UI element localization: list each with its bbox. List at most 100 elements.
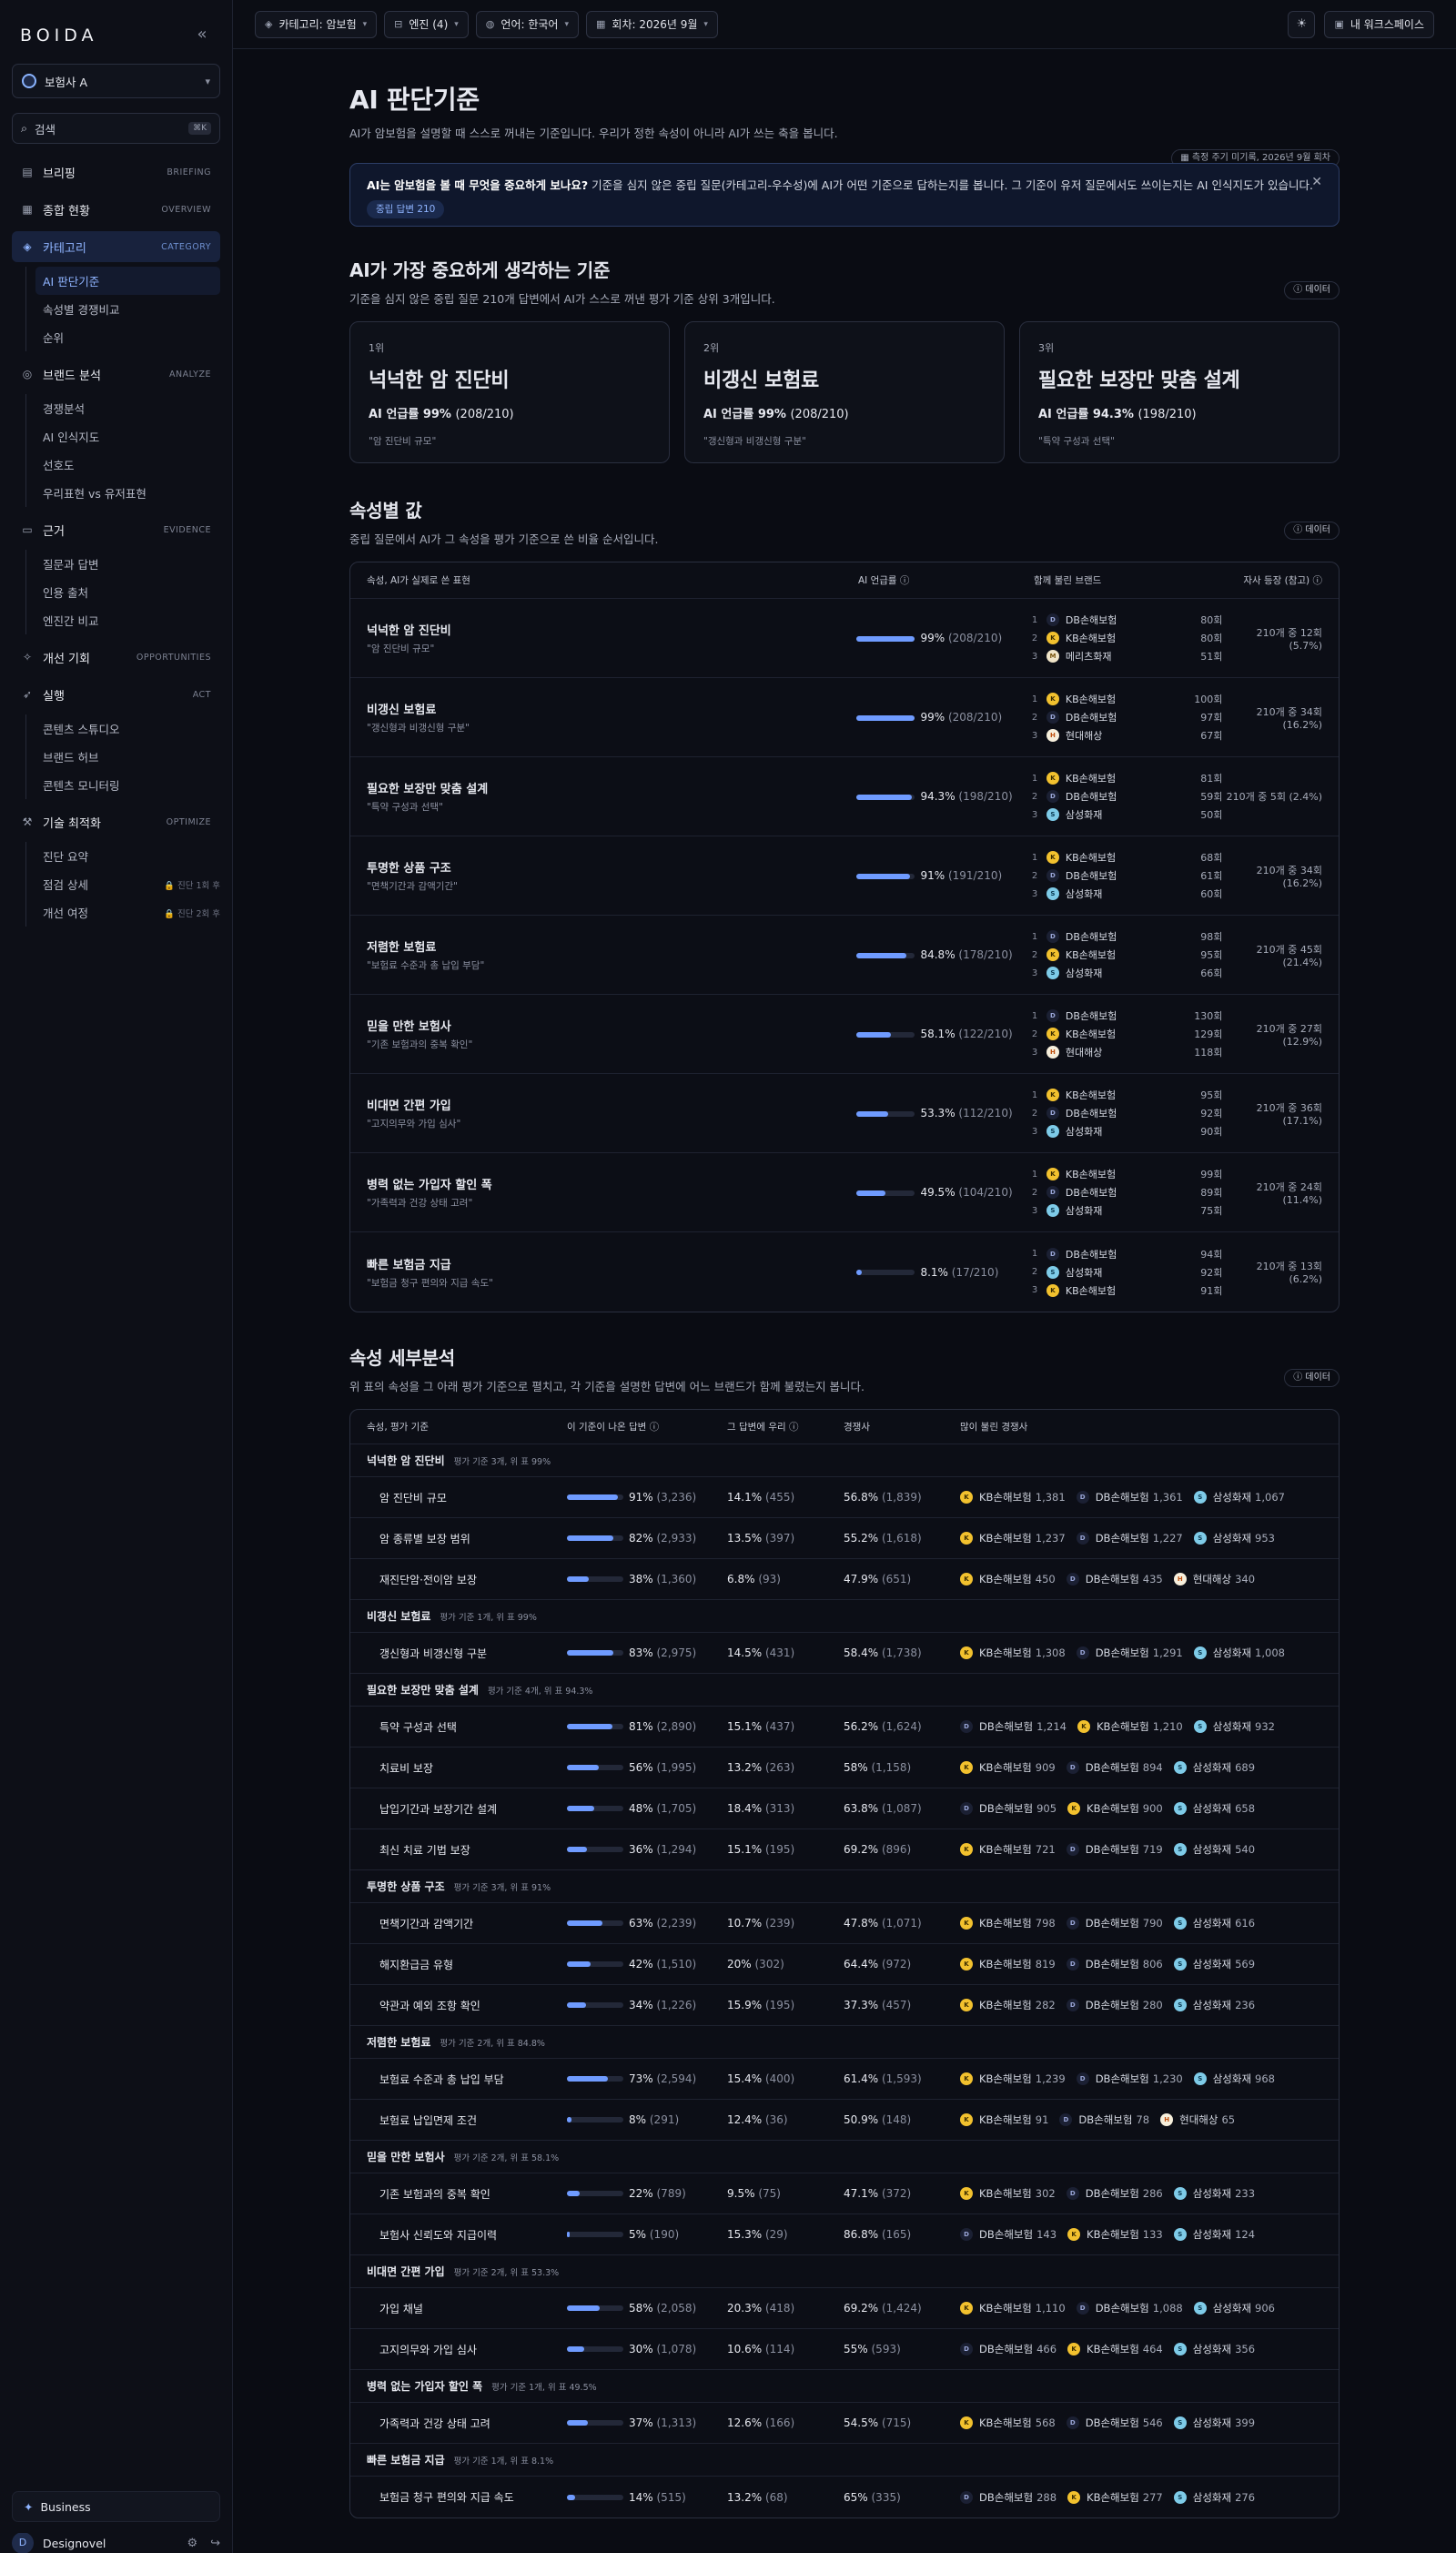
sidebar-subitem[interactable]: 인용 출처: [35, 578, 220, 606]
rate-pct: 99%: [920, 632, 945, 644]
sidebar-subitem[interactable]: 엔진간 비교: [35, 606, 220, 634]
table-row[interactable]: 해지환급금 유형 42% (1,510) 20% (302) 64.4% (972) K…: [350, 1944, 1339, 1985]
close-icon[interactable]: ✕: [1311, 175, 1322, 189]
top-competitors: K KB손해보험 1,381 D DB손해보험 1,361 S 삼성화재 1,067: [960, 1490, 1322, 1504]
table-row[interactable]: 보험사 신뢰도와 지급이력 5% (190) 15.3% (29) 86.8% (16…: [350, 2214, 1339, 2255]
table-row[interactable]: 갱신형과 비갱신형 구분 83% (2,975) 14.5% (431) 58.4% …: [350, 1633, 1339, 1674]
brand-name: KB손해보험: [1065, 1089, 1117, 1101]
sidebar-subitem[interactable]: 우리표현 vs 유저표현: [35, 479, 220, 507]
table-row[interactable]: 믿을 만한 보험사 "기존 보험과의 중복 확인" 58.1% (122/210) 1…: [350, 995, 1339, 1074]
brand-logo-icon: D: [1066, 1761, 1079, 1774]
table-row[interactable]: 암 종류별 보장 범위 82% (2,933) 13.5% (397) 55.2% (…: [350, 1518, 1339, 1559]
sidebar-item-evidence[interactable]: ▭ 근거 EVIDENCE: [12, 514, 220, 545]
table-row[interactable]: 필요한 보장만 맞춤 설계 "특약 구성과 선택" 94.3% (198/210) 1…: [350, 757, 1339, 836]
competitor-item: K KB손해보험 909: [960, 1760, 1056, 1775]
brand-count: 99회: [1200, 1169, 1223, 1180]
table-row[interactable]: 면책기간과 감액기간 63% (2,239) 10.7% (239) 47.8% (1…: [350, 1903, 1339, 1944]
brand-rank: 1: [1031, 694, 1038, 704]
sidebar-item-act[interactable]: ➶ 실행 ACT: [12, 679, 220, 710]
brand-item: 1 K KB손해보험 81회: [1032, 769, 1222, 787]
search-input[interactable]: ⌕ 검색 ⌘K: [12, 113, 220, 144]
table-row[interactable]: 비갱신 보험료 "갱신형과 비갱신형 구분" 99% (208/210) 1 K KB손해…: [350, 678, 1339, 757]
theme-toggle-sun-icon[interactable]: ☀: [1288, 10, 1316, 38]
mention-rate: 94.3% (198/210): [856, 790, 1031, 803]
table-row[interactable]: 투명한 상품 구조 "면책기간과 감액기간" 91% (191/210) 1 K KB손해…: [350, 836, 1339, 916]
sidebar-item-briefing[interactable]: ▤ 브리핑 BRIEFING: [12, 157, 220, 187]
data-button[interactable]: ⓘ 데이터: [1284, 281, 1340, 299]
workspace-button[interactable]: ▣ 내 워크스페이스: [1324, 10, 1434, 38]
gear-icon[interactable]: ⚙: [187, 2537, 197, 2550]
rate-pct: 91%: [920, 869, 945, 882]
data-button[interactable]: ⓘ 데이터: [1284, 522, 1340, 540]
table-row[interactable]: 특약 구성과 선택 81% (2,890) 15.1% (437) 56.2% (1,…: [350, 1707, 1339, 1748]
sidebar-subitem[interactable]: 개선 여정 🔒 진단 2회 후: [35, 898, 220, 927]
sidebar-subitem[interactable]: 콘텐츠 모니터링: [35, 771, 220, 799]
table-row[interactable]: 고지의무와 가입 심사 30% (1,078) 10.6% (114) 55% (59…: [350, 2329, 1339, 2370]
table-row[interactable]: 최신 치료 기법 보장 36% (1,294) 15.1% (195) 69.2% (…: [350, 1829, 1339, 1870]
sidebar-subitem[interactable]: 질문과 답변: [35, 550, 220, 578]
rate-count: (789): [656, 2187, 686, 2200]
round-filter[interactable]: ▦ 회차: 2026년 9월 ▾: [586, 10, 718, 38]
table-row[interactable]: 치료비 보장 56% (1,995) 13.2% (263) 58% (1,158) K…: [350, 1748, 1339, 1788]
sidebar-subnav: AI 판단기준 속성별 경쟁비교 순위: [25, 267, 220, 351]
attribute-title: 속성별 값: [349, 500, 422, 522]
sidebar-subitem[interactable]: 순위: [35, 323, 220, 351]
top-competitors: K KB손해보험 91 D DB손해보험 78 H 현대해상 65: [960, 2112, 1322, 2127]
plan-badge[interactable]: ✦ Business: [12, 2491, 220, 2522]
sidebar-subitem[interactable]: AI 인식지도: [35, 422, 220, 451]
sidebar-item-opportunities[interactable]: ✧ 개선 기회 OPPORTUNITIES: [12, 642, 220, 673]
detail-group-header: 필요한 보장만 맞춤 설계 평가 기준 4개, 위 표 94.3%: [350, 1674, 1339, 1707]
table-row[interactable]: 기존 보험과의 중복 확인 22% (789) 9.5% (75) 47.1% (37…: [350, 2173, 1339, 2214]
sidebar-subitem[interactable]: 선호도: [35, 451, 220, 479]
table-row[interactable]: 가족력과 건강 상태 고려 37% (1,313) 12.6% (166) 54.5%…: [350, 2403, 1339, 2444]
brand-name: KB손해보험: [1065, 852, 1117, 864]
competitor-item: D DB손해보험 546: [1066, 2416, 1163, 2430]
table-row[interactable]: 보험료 납입면제 조건 8% (291) 12.4% (36) 50.9% (148)…: [350, 2100, 1339, 2141]
sidebar-subitem-label: 인용 출처: [43, 586, 88, 600]
table-row[interactable]: 약관과 예외 조항 확인 34% (1,226) 15.9% (195) 37.3% …: [350, 1985, 1339, 2026]
rate-text: 5% (190): [629, 2228, 679, 2241]
brand-name: KB손해보험: [1065, 1028, 1117, 1040]
org-switcher[interactable]: 보험사 A ▾: [12, 64, 220, 98]
table-row[interactable]: 빠른 보험금 지급 "보험금 청구 편의와 지급 속도" 8.1% (17/210)…: [350, 1232, 1339, 1312]
table-row[interactable]: 넉넉한 암 진단비 "암 진단비 규모" 99% (208/210) 1 D DB손해보험…: [350, 599, 1339, 678]
sidebar-subitem[interactable]: 브랜드 허브: [35, 743, 220, 771]
sidebar-subitem-label: 브랜드 허브: [43, 751, 99, 765]
sidebar-subitem[interactable]: 콘텐츠 스튜디오: [35, 714, 220, 743]
progress-fill: [856, 873, 910, 879]
table-row[interactable]: 보험료 수준과 총 납입 부담 73% (2,594) 15.4% (400) 61.…: [350, 2059, 1339, 2100]
table-row[interactable]: 병력 없는 가입자 할인 폭 "가족력과 건강 상태 고려" 49.5% (104/…: [350, 1153, 1339, 1232]
brand-rank: 3: [1031, 1205, 1038, 1216]
sidebar-item-analyze[interactable]: ◎ 브랜드 분석 ANALYZE: [12, 359, 220, 390]
data-button[interactable]: ⓘ 데이터: [1284, 1369, 1340, 1387]
table-row[interactable]: 가입 채널 58% (2,058) 20.3% (418) 69.2% (1,424)…: [350, 2288, 1339, 2329]
category-filter[interactable]: ◈ 카테고리: 암보험 ▾: [255, 10, 378, 38]
brand-logo-icon: K: [960, 1646, 973, 1659]
competitor-name: 삼성화재: [1192, 1958, 1232, 1970]
language-filter[interactable]: ◍ 언어: 한국어 ▾: [475, 10, 579, 38]
table-row[interactable]: 재진단암·전이암 보장 38% (1,360) 6.8% (93) 47.9% (65…: [350, 1559, 1339, 1600]
progress-bar: [567, 1847, 623, 1852]
sidebar-subitem[interactable]: AI 판단기준: [35, 267, 220, 295]
logout-icon[interactable]: ↪: [210, 2537, 220, 2550]
progress-fill: [567, 1765, 599, 1770]
table-row[interactable]: 암 진단비 규모 91% (3,236) 14.1% (455) 56.8% (1,8…: [350, 1477, 1339, 1518]
table-row[interactable]: 납입기간과 보장기간 설계 48% (1,705) 18.4% (313) 63.8%…: [350, 1788, 1339, 1829]
collapse-sidebar-icon[interactable]: «: [191, 24, 213, 46]
sidebar-subitem[interactable]: 경쟁분석: [35, 394, 220, 422]
brand-logo-icon: S: [1193, 2072, 1207, 2085]
mention-rate: 53.3% (112/210): [856, 1107, 1031, 1119]
sidebar-subitem[interactable]: 점검 상세 🔒 진단 1회 후: [35, 870, 220, 898]
competitor-item: D DB손해보험 143: [960, 2227, 1057, 2242]
user-menu[interactable]: D Designovel ⚙ ↪: [12, 2533, 220, 2553]
sidebar-item-overview[interactable]: ▦ 종합 현황 OVERVIEW: [12, 194, 220, 225]
sidebar-subitem[interactable]: 속성별 경쟁비교: [35, 295, 220, 323]
table-row[interactable]: 보험금 청구 편의와 지급 속도 14% (515) 13.2% (68) 65% (…: [350, 2477, 1339, 2518]
table-row[interactable]: 비대면 간편 가입 "고지의무와 가입 심사" 53.3% (112/210) 1 K K…: [350, 1074, 1339, 1153]
sidebar-item-category[interactable]: ◈ 카테고리 CATEGORY: [12, 231, 220, 262]
engine-filter[interactable]: ⊟ 엔진 (4) ▾: [384, 10, 469, 38]
table-row[interactable]: 저렴한 보험료 "보험료 수준과 총 납입 부담" 84.8% (178/210) 1…: [350, 916, 1339, 995]
sidebar-subitem[interactable]: 진단 요약: [35, 842, 220, 870]
competitor-count: 790: [1142, 1917, 1163, 1930]
sidebar-item-optimize[interactable]: ⚒ 기술 최적화 OPTIMIZE: [12, 806, 220, 837]
